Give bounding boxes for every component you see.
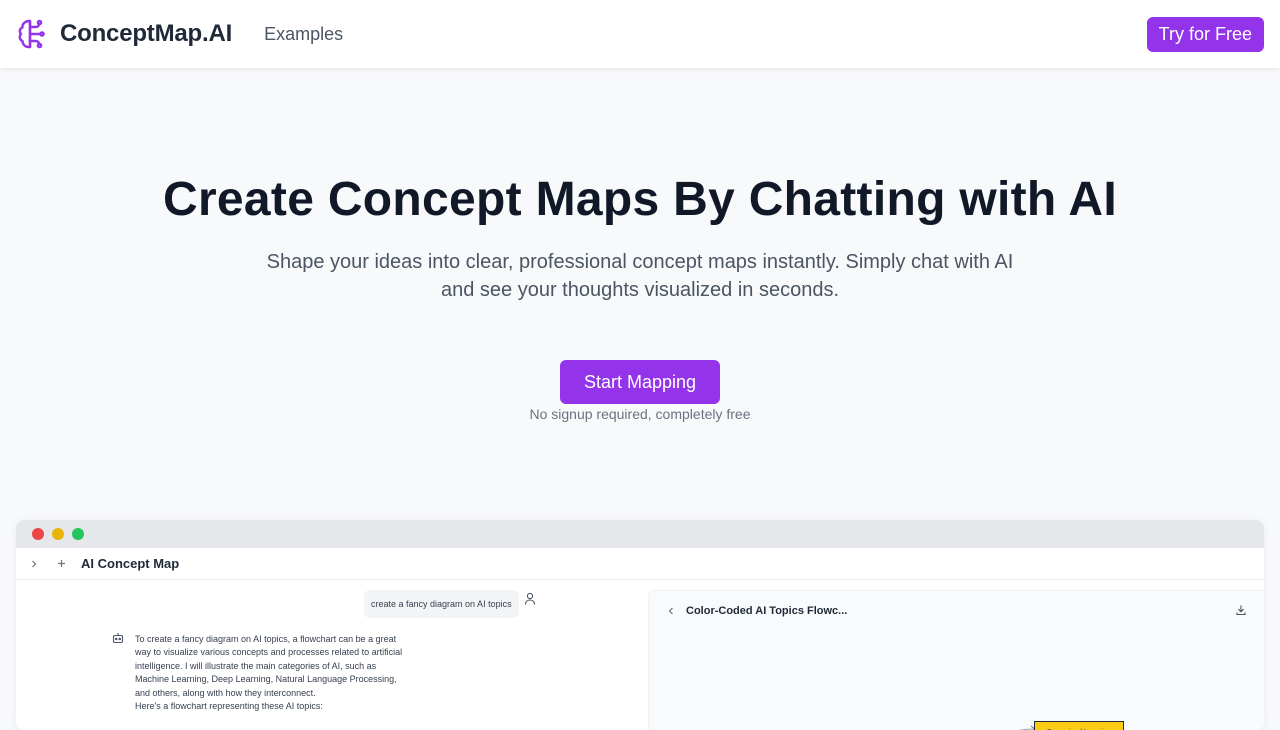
hero-note: No signup required, completely free — [529, 406, 751, 422]
window-titlebar — [16, 520, 1264, 548]
map-title: Color-Coded AI Topics Flowc... — [686, 605, 848, 617]
user-icon — [524, 592, 536, 606]
app-toolbar: AI Concept Map — [16, 548, 1264, 580]
window-close-dot — [32, 528, 44, 540]
app-title: AI Concept Map — [81, 556, 180, 571]
bot-message-paragraph: Here's a flowchart representing these AI… — [135, 701, 323, 712]
chat-pane: create a fancy diagram on AI topics To c… — [16, 580, 644, 730]
demo-window: AI Concept Map create a fancy diagram on… — [16, 520, 1264, 730]
window-maximize-dot — [72, 528, 84, 540]
app-body: create a fancy diagram on AI topics To c… — [16, 580, 1264, 730]
hero-subtitle: Shape your ideas into clear, professiona… — [266, 251, 1014, 301]
map-header: Color-Coded AI Topics Flowc... — [649, 601, 1264, 621]
navbar: ConceptMap.AI Examples Try for Free — [0, 0, 1280, 68]
brand-name: ConceptMap.AI — [60, 20, 233, 47]
robot-icon — [112, 631, 124, 644]
chevron-right-icon[interactable] — [24, 554, 44, 574]
download-icon[interactable] — [1235, 603, 1249, 617]
try-for-free-button[interactable]: Try for Free — [1146, 16, 1264, 52]
window-minimize-dot — [52, 528, 64, 540]
brain-icon — [16, 17, 50, 51]
plus-icon[interactable] — [51, 554, 71, 574]
map-pane: Color-Coded AI Topics Flowc... Supervise… — [648, 590, 1264, 730]
bot-message: To create a fancy diagram on AI topics, … — [135, 633, 405, 713]
brand-link[interactable]: ConceptMap.AI — [16, 17, 232, 51]
bot-message-paragraph: To create a fancy diagram on AI topics, … — [135, 634, 403, 698]
user-message: create a fancy diagram on AI topics — [364, 590, 519, 618]
hero-title: Create Concept Maps By Chatting with AI — [162, 173, 1117, 226]
chevron-left-icon[interactable] — [667, 604, 675, 618]
start-mapping-button[interactable]: Start Mapping — [560, 360, 720, 404]
nav-link-examples[interactable]: Examples — [264, 24, 343, 45]
map-node[interactable]: Supervised Learning — [1034, 721, 1124, 730]
